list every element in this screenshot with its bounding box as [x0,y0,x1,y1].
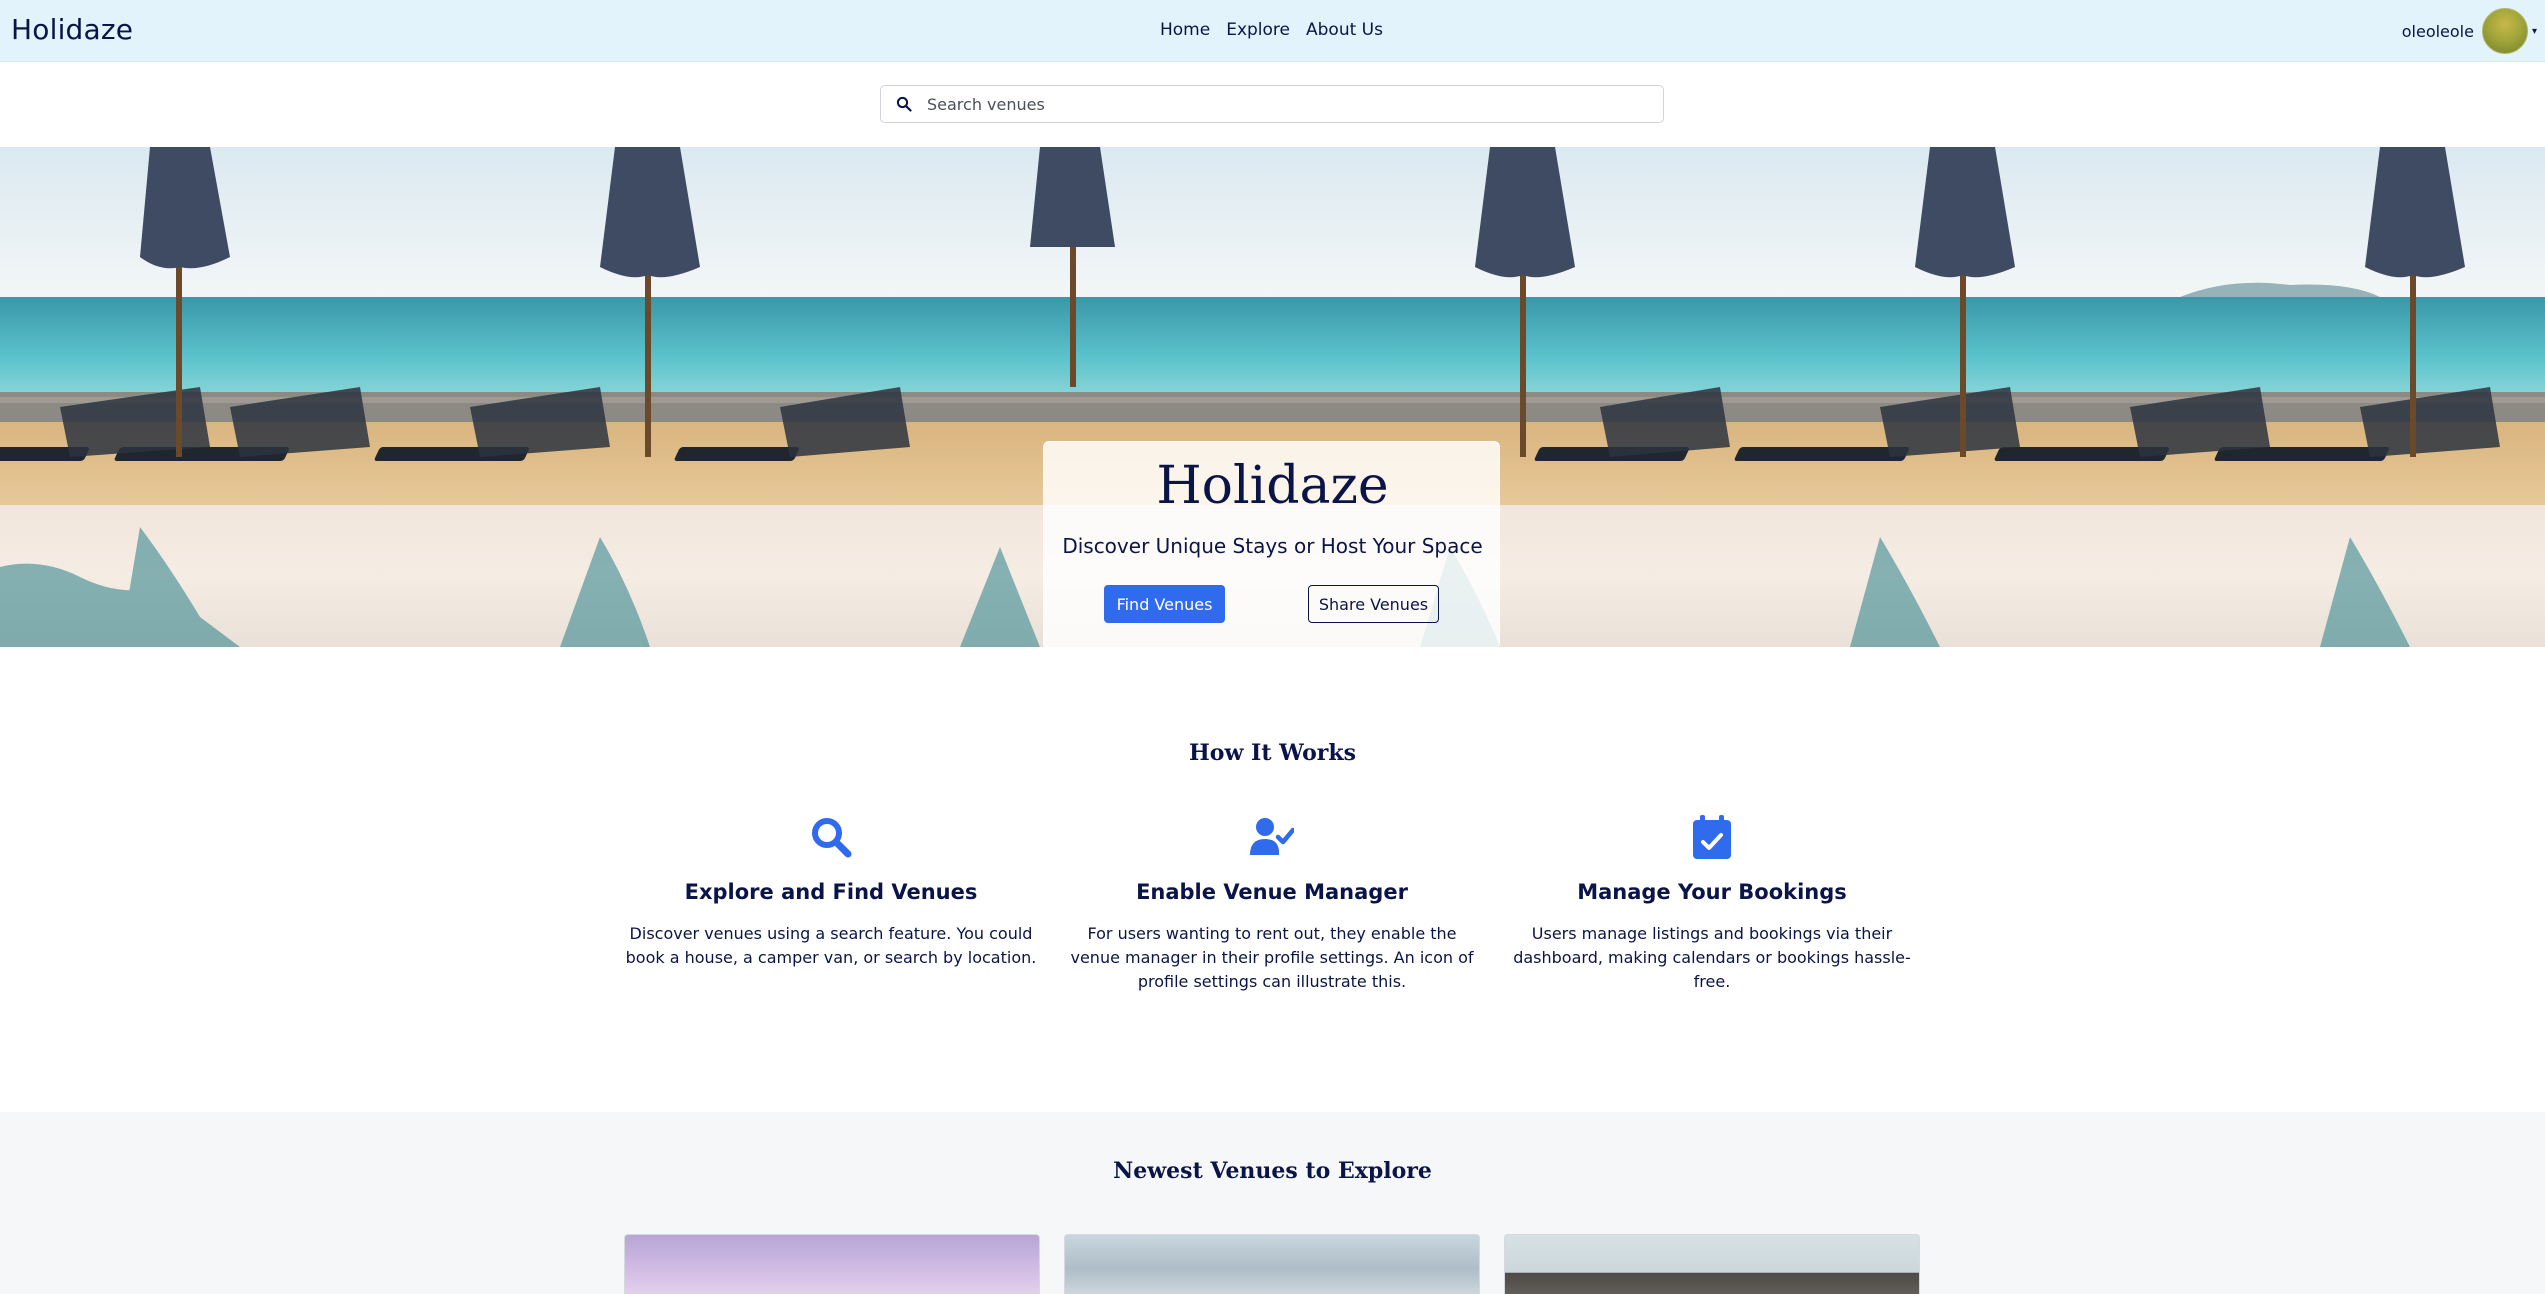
venue-card[interactable] [624,1234,1040,1294]
newest-venues-section: Newest Venues to Explore [0,1112,2545,1294]
calendar-check-icon [1502,812,1922,862]
feature-title: Manage Your Bookings [1577,880,1847,904]
brand-logo[interactable]: Holidaze [11,13,133,46]
user-check-icon [1062,812,1482,862]
feature-title: Explore and Find Venues [684,880,978,904]
username[interactable]: oleoleole [2402,22,2474,41]
feature-text: Users manage listings and bookings via t… [1513,924,1911,991]
hero-subtitle: Discover Unique Stays or Host Your Space [1062,534,1483,558]
share-venues-button[interactable]: Share Venues [1308,585,1439,623]
nav-link-home[interactable]: Home [1160,20,1210,40]
nav-link-about[interactable]: About Us [1306,20,1383,40]
search-input[interactable] [927,94,1627,114]
hero-card: Holidaze Discover Unique Stays or Host Y… [1043,441,1500,647]
feature-text: For users wanting to rent out, they enab… [1070,924,1474,991]
navbar: Holidaze Home Explore About Us oleoleole… [0,0,2545,62]
hero-section: Holidaze Discover Unique Stays or Host Y… [0,147,2545,647]
hero-title: Holidaze [1156,456,1389,516]
feature-bookings: Manage Your Bookings Users manage listin… [1502,812,1922,994]
caret-down-icon[interactable]: ▾ [2532,26,2537,37]
nav-links: Home Explore About Us [1160,20,1383,40]
feature-title: Enable Venue Manager [1136,880,1408,904]
venue-card[interactable] [1064,1234,1480,1294]
feature-venue-manager: Enable Venue Manager For users wanting t… [1062,812,1482,994]
search-bar [880,85,1664,123]
avatar[interactable] [2481,8,2528,54]
newest-venues-title: Newest Venues to Explore [1113,1158,1432,1184]
feature-text: Discover venues using a search feature. … [625,924,1037,967]
find-venues-button[interactable]: Find Venues [1104,585,1225,623]
nav-link-explore[interactable]: Explore [1226,20,1290,40]
how-it-works-title: How It Works [1189,740,1356,766]
user-menu[interactable]: oleoleole ▾ [2402,8,2537,54]
venue-card[interactable] [1504,1234,1920,1294]
feature-explore: Explore and Find Venues Discover venues … [621,812,1041,970]
search-icon [621,812,1041,862]
search-icon [881,86,927,122]
